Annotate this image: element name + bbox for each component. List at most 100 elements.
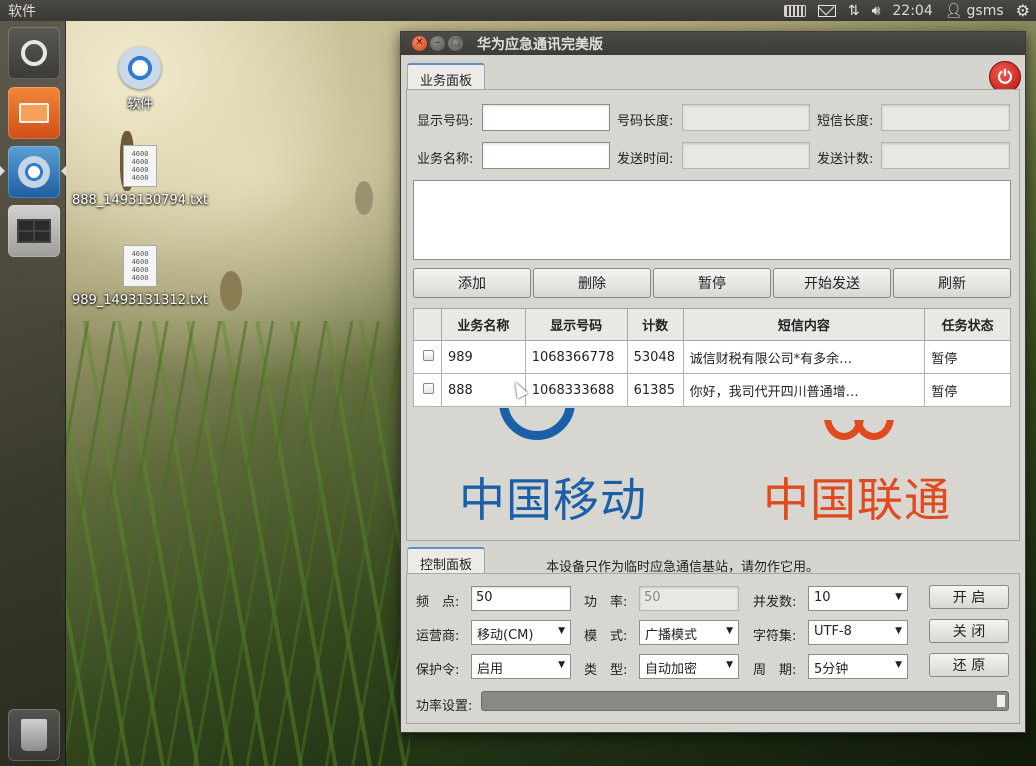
close-icon: ✕ xyxy=(415,37,424,48)
clock[interactable]: 22:04 xyxy=(892,3,932,19)
system-tray: ⇅ 🔊︎ 22:04 👤︎ gsms ⚙ xyxy=(783,0,1030,21)
charset-select[interactable]: UTF-8 xyxy=(808,620,908,645)
window-maximize-button[interactable]: □ xyxy=(448,36,463,51)
running-indicator xyxy=(0,166,5,176)
window-titlebar[interactable]: ✕ – □ 华为应急通讯完美版 xyxy=(401,32,1025,55)
send-count-label: 发送计数: xyxy=(817,152,874,167)
business-name-input[interactable] xyxy=(482,142,610,169)
row-checkbox[interactable] xyxy=(423,382,434,394)
window-close-button[interactable]: ✕ xyxy=(412,36,427,51)
cell-count: 61385 xyxy=(626,373,684,407)
text-file-icon: 4600 4600 4600 4600 xyxy=(123,145,157,187)
column-header-count[interactable]: 计数 xyxy=(626,308,684,341)
workspace-switcher-icon xyxy=(17,219,51,243)
protection-label: 保护令: xyxy=(416,663,460,678)
sms-content-textarea[interactable] xyxy=(413,180,1011,260)
china-unicom-logo-text: 中国联通 xyxy=(763,473,951,527)
trash-icon xyxy=(21,719,47,751)
power-setting-label: 功率设置: xyxy=(416,699,473,714)
home-folder-button[interactable] xyxy=(8,87,60,139)
type-select[interactable]: 自动加密 xyxy=(639,654,739,679)
table-header-row: 业务名称 显示号码 计数 短信内容 任务状态 xyxy=(413,308,1011,341)
period-label: 周 期: xyxy=(753,663,797,678)
tab-business-panel[interactable]: 业务面板 xyxy=(407,63,486,89)
trash-button[interactable] xyxy=(8,709,60,761)
launcher xyxy=(0,21,66,766)
volume-icon[interactable]: 🔊︎ xyxy=(872,3,881,19)
protection-select[interactable]: 启用 xyxy=(471,654,571,679)
power-field: 50 xyxy=(639,586,739,611)
send-time-label: 发送时间: xyxy=(617,152,674,167)
user-icon: 👤︎ xyxy=(944,2,963,19)
window-title: 华为应急通讯完美版 xyxy=(477,37,603,53)
home-folder-icon xyxy=(19,103,49,123)
user-menu[interactable]: 👤︎ gsms xyxy=(945,3,1004,19)
cell-sms-content: 你好，我司代开四川普通增… xyxy=(682,373,926,407)
sms-length-field xyxy=(881,104,1010,131)
table-row[interactable]: 989 1068366778 53048 诚信财税有限公司*有多余… 暂停 xyxy=(413,340,1011,374)
desktop-icon-software[interactable]: 软件 xyxy=(112,47,168,112)
concurrency-label: 并发数: xyxy=(753,595,797,610)
power-setting-slider[interactable] xyxy=(481,691,1009,711)
desktop-icon-label: 软件 xyxy=(126,97,153,112)
network-icon[interactable]: ⇅ xyxy=(848,3,860,19)
column-header-business-name[interactable]: 业务名称 xyxy=(440,308,526,341)
gear-icon[interactable]: ⚙ xyxy=(1016,1,1030,20)
window-minimize-button[interactable]: – xyxy=(430,36,445,51)
open-button[interactable]: 开 启 xyxy=(929,585,1009,609)
column-header-select[interactable] xyxy=(413,308,442,341)
tab-label: 业务面板 xyxy=(420,74,473,89)
close-button[interactable]: 关 闭 xyxy=(929,619,1009,643)
frequency-label: 频 点: xyxy=(416,595,460,610)
concurrency-select[interactable]: 10 xyxy=(808,586,908,611)
mail-icon[interactable] xyxy=(817,4,836,17)
chromium-launcher-button[interactable] xyxy=(8,146,60,198)
column-header-display-number[interactable]: 显示号码 xyxy=(524,308,628,341)
chromium-icon xyxy=(18,156,50,188)
period-select[interactable]: 5分钟 xyxy=(808,654,908,679)
cell-business-name: 989 xyxy=(440,340,526,374)
start-send-button[interactable]: 开始发送 xyxy=(773,268,891,298)
row-checkbox-cell[interactable] xyxy=(413,340,442,374)
column-header-task-status[interactable]: 任务状态 xyxy=(924,308,1011,341)
mode-select[interactable]: 广播模式 xyxy=(639,620,739,645)
cell-task-status: 暂停 xyxy=(924,373,1011,407)
pause-button[interactable]: 暂停 xyxy=(653,268,771,298)
slider-handle[interactable] xyxy=(996,694,1006,708)
send-count-field xyxy=(881,142,1010,169)
add-button[interactable]: 添加 xyxy=(413,268,531,298)
dash-button[interactable] xyxy=(8,27,60,79)
cell-sms-content: 诚信财税有限公司*有多余… xyxy=(682,340,926,374)
column-header-sms-content[interactable]: 短信内容 xyxy=(682,308,926,341)
text-file-icon: 4600 4600 4600 4600 xyxy=(123,245,157,287)
desktop-icon-file[interactable]: 4600 4600 4600 4600 989_1493131312.txt xyxy=(70,245,210,308)
delete-button[interactable]: 删除 xyxy=(533,268,651,298)
tab-control-panel[interactable]: 控制面板 xyxy=(407,547,486,573)
china-mobile-logo xyxy=(497,408,577,442)
maximize-icon: □ xyxy=(450,37,461,48)
charset-label: 字符集: xyxy=(753,629,797,644)
row-checkbox-cell[interactable] xyxy=(413,373,442,407)
refresh-button[interactable]: 刷新 xyxy=(893,268,1011,298)
operator-label: 运营商: xyxy=(416,629,460,644)
active-indicator xyxy=(61,166,66,176)
workspace-switcher-button[interactable] xyxy=(8,205,60,257)
restore-button[interactable]: 还 原 xyxy=(929,653,1009,677)
mode-label: 模 式: xyxy=(584,629,628,644)
china-mobile-emblem-icon xyxy=(499,408,575,440)
cell-task-status: 暂停 xyxy=(924,340,1011,374)
grass-seedhead xyxy=(220,271,242,311)
china-unicom-logo xyxy=(822,420,898,444)
power-icon: ⏻ xyxy=(997,66,1013,88)
desktop-icon-file[interactable]: 4600 4600 4600 4600 888_1493130794.txt xyxy=(70,145,210,208)
control-panel: 频 点: 50 功 率: 50 并发数: 10 开 启 运营商: 移动(CM) … xyxy=(406,573,1020,724)
chromium-icon xyxy=(119,47,161,89)
operator-select[interactable]: 移动(CM) xyxy=(471,620,571,645)
display-number-input[interactable] xyxy=(482,104,610,131)
row-checkbox[interactable] xyxy=(423,349,434,361)
frequency-input[interactable]: 50 xyxy=(471,586,571,611)
table-row[interactable]: 888 1068333688 61385 你好，我司代开四川普通增… 暂停 xyxy=(413,373,1011,407)
minimize-icon: – xyxy=(435,37,440,48)
keyboard-icon[interactable] xyxy=(783,4,806,17)
desktop-icon-label: 888_1493130794.txt xyxy=(71,193,209,208)
